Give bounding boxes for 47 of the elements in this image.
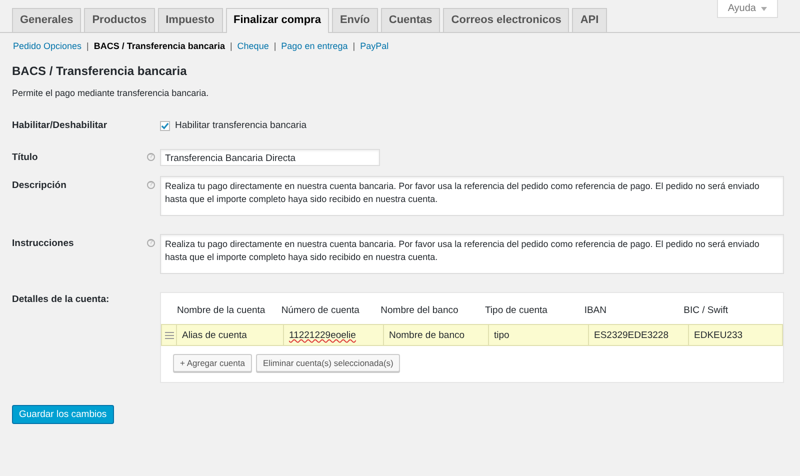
tab[interactable]: API <box>572 8 607 32</box>
account-cell-input[interactable]: ES2329EDE3228 <box>588 325 688 345</box>
column-header: Nombre del banco <box>380 305 460 316</box>
text-area[interactable]: Realiza tu pago directamente en nuestra cuenta bancaria. Por favor usa la referencia del pedido como referencia de pago. El pedido no será enviado hasta que el importe completo haya sido recibido en nuestra cuenta. <box>160 176 784 216</box>
section-link[interactable]: Pago en entrega <box>281 41 348 51</box>
column-header: BIC / Swift <box>684 305 729 316</box>
account-row[interactable]: Alias de cuenta 11221229eoelie Nombre de banco tipo ES2329EDE3228 EDKEU233 <box>161 324 783 346</box>
section-heading: BACS / Transferencia bancaria <box>12 64 188 78</box>
caret-icon <box>761 6 767 10</box>
separator: | <box>230 41 232 51</box>
account-cell-input[interactable]: Alias de cuenta <box>176 325 283 345</box>
tab[interactable]: Productos <box>84 8 155 32</box>
table-button[interactable]: Eliminar cuenta(s) seleccionada(s) <box>256 354 400 372</box>
tab[interactable]: Correos electronicos <box>443 8 570 32</box>
account-cell-input[interactable]: EDKEU233 <box>688 325 782 345</box>
separator: | <box>274 41 276 51</box>
field-label: Instrucciones <box>11 237 75 251</box>
field-label: Detalles de la cuenta: <box>11 293 110 307</box>
checkbox[interactable] <box>160 120 170 130</box>
text-area[interactable]: Realiza tu pago directamente en nuestra cuenta bancaria. Por favor usa la referencia del pedido como referencia de pago. El pedido no será enviado hasta que el importe completo haya sido recibido en nuestra cuenta. <box>160 234 784 274</box>
separator: | <box>86 41 89 51</box>
column-header: Tipo de cuenta <box>484 305 548 316</box>
tab[interactable]: Impuesto <box>158 8 223 32</box>
field-label: Habilitar/Deshabilitar <box>11 120 108 131</box>
separator: | <box>352 41 356 51</box>
account-cell-input[interactable]: Nombre de banco <box>383 325 488 345</box>
section-description: Permite el pago mediante transferencia bancaria. <box>12 88 210 98</box>
field-label: Título <box>11 151 39 165</box>
column-header: Número de cuenta <box>281 305 360 316</box>
help-button[interactable]: Ayuda <box>716 0 778 18</box>
tab[interactable]: Generales <box>12 8 82 32</box>
tab[interactable]: Cuentas <box>380 8 440 32</box>
account-cell-input[interactable]: 11221229eoelie <box>283 325 383 345</box>
title-field[interactable]: Transferencia Bancaria Directa <box>160 149 380 166</box>
account-cell-input[interactable]: tipo <box>488 325 588 345</box>
section-link[interactable]: Pedido Opciones <box>13 41 82 51</box>
column-header: Nombre de la cuenta <box>177 305 266 316</box>
column-header: IBAN <box>584 305 608 316</box>
field-label: Descripción <box>11 179 68 193</box>
section-link[interactable]: PayPal <box>360 41 389 51</box>
save-button[interactable]: Guardar los cambios <box>12 405 114 424</box>
section-link[interactable]: BACS / Transferencia bancaria <box>94 41 225 51</box>
tab[interactable]: Envío <box>332 8 378 32</box>
checkbox-label: Habilitar transferencia bancaria <box>175 120 306 131</box>
tab[interactable]: Finalizar compra <box>226 8 329 33</box>
section-link[interactable]: Cheque <box>237 41 269 51</box>
table-button[interactable]: + Agregar cuenta <box>173 354 252 372</box>
